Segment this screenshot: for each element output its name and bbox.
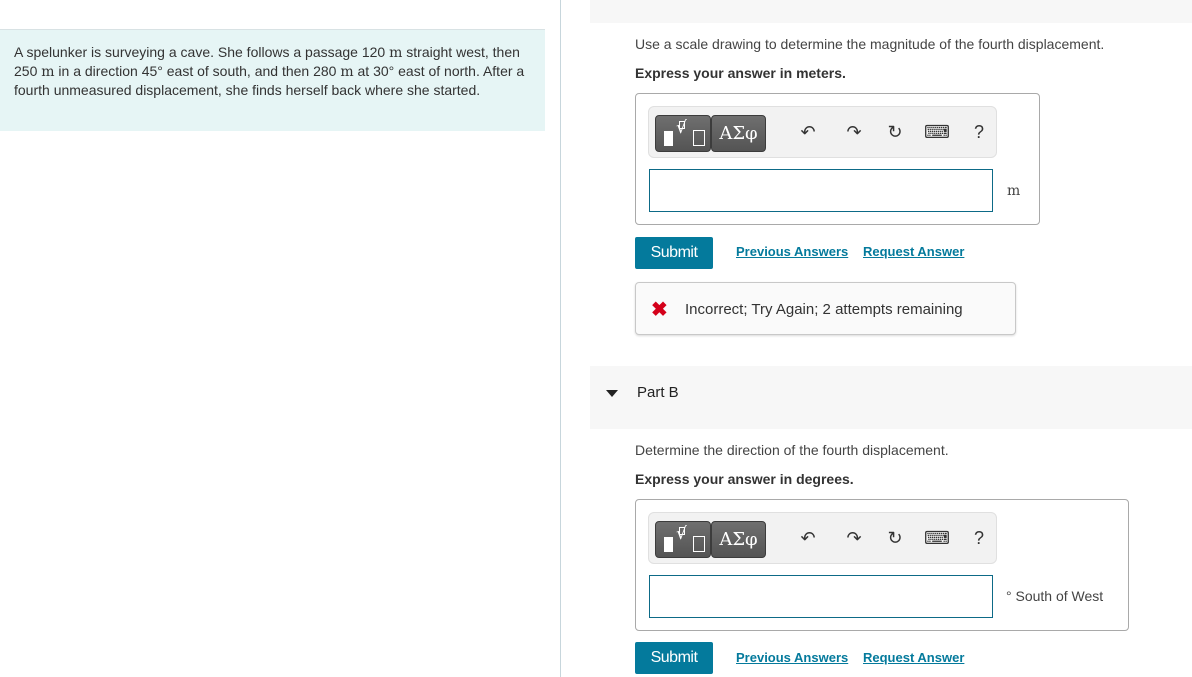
part-a-unit: m (1007, 183, 1021, 199)
problem-text: A spelunker is surveying a cave. She fol… (14, 43, 531, 99)
help-icon[interactable]: ? (967, 120, 991, 144)
part-a-answer-input[interactable] (649, 169, 993, 212)
part-a-answer-box: √ ΑΣφ ↶ ↷ ↻ ⌨ ? m (635, 93, 1040, 225)
greek-symbols-button[interactable]: ΑΣφ (711, 115, 766, 152)
part-b-title: Part B (637, 384, 679, 401)
part-a-submit-button[interactable]: Submit (635, 237, 713, 269)
problem-text-segment: in a direction 45° east of south, and th… (54, 63, 341, 79)
redo-icon[interactable]: ↷ (842, 526, 866, 550)
feedback-message: Incorrect; Try Again; 2 attempts remaini… (685, 301, 963, 318)
undo-icon[interactable]: ↶ (796, 526, 820, 550)
help-icon[interactable]: ? (967, 526, 991, 550)
part-a-previous-answers-link[interactable]: Previous Answers (736, 244, 848, 259)
reset-icon[interactable]: ↻ (883, 526, 907, 550)
radical-icon: √ (676, 118, 687, 138)
collapse-caret-icon[interactable] (606, 390, 618, 397)
keyboard-icon[interactable]: ⌨ (924, 120, 950, 144)
part-b-math-toolbar: √ ΑΣφ ↶ ↷ ↻ ⌨ ? (648, 512, 997, 564)
redo-icon[interactable]: ↷ (842, 120, 866, 144)
unit-symbol: m (340, 64, 354, 80)
part-a-request-answer-link[interactable]: Request Answer (863, 244, 964, 259)
problem-statement: A spelunker is surveying a cave. She fol… (0, 29, 545, 131)
part-a-header (590, 0, 1192, 23)
reset-icon[interactable]: ↻ (883, 120, 907, 144)
part-b-prompt: Determine the direction of the fourth di… (635, 442, 949, 458)
part-b-unit: ° South of West (1006, 588, 1104, 604)
incorrect-icon: ✖ (651, 299, 668, 321)
part-b-request-answer-link[interactable]: Request Answer (863, 650, 964, 665)
template-box-icon (693, 130, 705, 146)
part-b-answer-box: √ ΑΣφ ↶ ↷ ↻ ⌨ ? ° South of West (635, 499, 1129, 631)
problem-text-segment: A spelunker is surveying a cave. She fol… (14, 44, 390, 60)
unit-symbol: m (41, 64, 55, 80)
template-box-icon (693, 536, 705, 552)
greek-symbols-button[interactable]: ΑΣφ (711, 521, 766, 558)
part-b-instruction: Express your answer in degrees. (635, 471, 854, 487)
part-b-previous-answers-link[interactable]: Previous Answers (736, 650, 848, 665)
radical-icon: √ (676, 524, 687, 544)
template-block-icon (664, 131, 673, 146)
part-a-prompt: Use a scale drawing to determine the mag… (635, 36, 1105, 52)
keyboard-icon[interactable]: ⌨ (924, 526, 950, 550)
part-a-instruction: Express your answer in meters. (635, 65, 846, 81)
template-block-icon (664, 537, 673, 552)
part-b-header[interactable]: Part B (590, 366, 1192, 429)
part-b-answer-input[interactable] (649, 575, 993, 618)
panel-divider (560, 0, 561, 677)
part-a-feedback: ✖ Incorrect; Try Again; 2 attempts remai… (635, 282, 1016, 335)
part-a-math-toolbar: √ ΑΣφ ↶ ↷ ↻ ⌨ ? (648, 106, 997, 158)
templates-button[interactable]: √ (655, 115, 711, 152)
unit-symbol: m (389, 45, 403, 61)
undo-icon[interactable]: ↶ (796, 120, 820, 144)
templates-button[interactable]: √ (655, 521, 711, 558)
part-b-submit-button[interactable]: Submit (635, 642, 713, 674)
